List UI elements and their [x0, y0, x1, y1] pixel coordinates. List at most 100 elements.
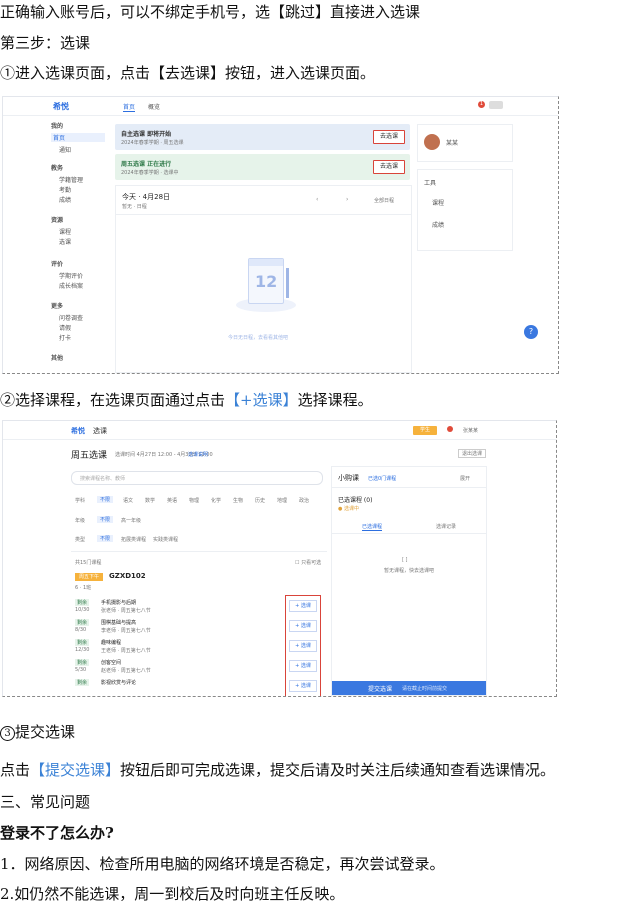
filter-grade-label: 年级	[75, 518, 86, 524]
user-menu[interactable]	[489, 101, 503, 109]
sidebar-item-roll[interactable]: 学籍管理	[59, 175, 83, 184]
sub3-heading: 3 提交选课	[0, 722, 75, 742]
divider	[116, 214, 411, 215]
remain-tag: 剩余	[75, 599, 90, 606]
add-course-button[interactable]: + 选课	[289, 620, 317, 632]
go-select-button[interactable]: 去选课	[373, 130, 405, 144]
only-available-check[interactable]: ☐ 只看可选	[295, 559, 321, 566]
faq-question: 登录不了怎么办?	[0, 824, 114, 842]
filter-subject-physics[interactable]: 物理	[189, 497, 199, 504]
notify-dot[interactable]	[447, 426, 453, 432]
today-sub: 暂无 · 日程	[122, 204, 147, 210]
empty-schedule-text: 今日无日程，去看看其他吧	[228, 335, 289, 341]
filter-subject-history[interactable]: 历史	[255, 497, 265, 504]
filter-subject-chinese[interactable]: 语文	[123, 497, 133, 504]
filter-subject-all[interactable]: 不限	[97, 496, 114, 503]
tool-score[interactable]: 成绩	[432, 220, 444, 229]
filter-subject-label: 学科	[75, 498, 86, 504]
user-card: 某某	[417, 124, 513, 162]
filter-type-ext[interactable]: 拓展类课程	[121, 536, 146, 543]
search-input[interactable]: 搜索课程名称、教师	[71, 471, 323, 485]
faq-heading: 三、常见问题	[0, 793, 91, 811]
sidebar-item-select[interactable]: 选课	[59, 237, 71, 246]
all-schedule-link[interactable]: 全部日程	[374, 197, 394, 204]
step3-heading: 第三步：选课	[0, 34, 91, 52]
exit-button[interactable]: 退出选课	[458, 449, 487, 458]
card-title: 周五选课 正在进行	[121, 161, 172, 168]
filter-subject-politics[interactable]: 政治	[299, 497, 309, 504]
tab-home[interactable]: 首页	[123, 102, 136, 112]
filter-type-label: 类型	[75, 537, 86, 543]
filter-type-prac[interactable]: 实践类课程	[153, 536, 178, 543]
list-header: 共15门课程	[75, 560, 102, 566]
sidebar-item-clock[interactable]: 打卡	[59, 333, 71, 342]
filter-subject-geo[interactable]: 地理	[277, 497, 287, 504]
circled-three-icon: 3	[0, 725, 15, 741]
sub2-text-a: ②选择课程，在选课页面通过点击	[0, 391, 226, 409]
sub2-text-b: 选择课程。	[297, 391, 373, 409]
cart-title: 小购课	[338, 474, 359, 482]
sidebar-item-notify[interactable]: 通知	[59, 145, 71, 154]
submit-instructions: 点击【提交选课】按钮后即可完成选课，提交后请及时关注后续通知查看选课情况。	[0, 760, 555, 780]
course-meta: 赵老师 · 周五第七八节	[101, 668, 151, 674]
chosen-count: 已选课程 (0)	[338, 497, 373, 504]
sidebar-item-growth[interactable]: 成长档案	[59, 281, 83, 290]
sidebar-item-score[interactable]: 成绩	[59, 195, 71, 204]
filter-subject-math[interactable]: 数学	[145, 497, 155, 504]
filter-grade-1[interactable]: 高一年级	[121, 517, 141, 524]
add-course-button[interactable]: + 选课	[289, 600, 317, 612]
course-code: GZXD102	[109, 572, 146, 580]
submit-hint: 请在截止时间前提交	[402, 686, 448, 692]
sub3-text: 提交选课	[15, 723, 76, 741]
divider	[332, 487, 486, 488]
role-badge: 学生	[413, 426, 437, 435]
add-course-link: 【+选课】	[225, 391, 298, 409]
add-course-button[interactable]: + 选课	[289, 680, 317, 692]
app-logo: 希悦	[71, 427, 85, 435]
tool-course[interactable]: 课程	[432, 198, 444, 207]
help-button[interactable]: ?	[524, 325, 538, 339]
submit-a: 点击	[0, 761, 31, 779]
sub2-text: ②选择课程，在选课页面通过点击【+选课】选择课程。	[0, 390, 373, 410]
cart-expand[interactable]: 展开	[460, 475, 470, 482]
rules-link[interactable]: 选课说明	[188, 451, 208, 458]
course-meta: 李老师 · 周五第七八节	[101, 628, 151, 634]
sidebar-item-survey[interactable]: 问卷调查	[59, 313, 83, 322]
submit-course-button[interactable]: 提交选课	[368, 684, 392, 693]
cart-panel: 小购课 已选0门课程 展开 已选课程 (0) ● 选课中 已选课程 选课记录 […	[331, 466, 487, 696]
filter-subject-chem[interactable]: 化学	[211, 497, 221, 504]
calendar-icon: 12	[248, 258, 284, 304]
course-card-upcoming: 自主选课 即将开始 2024年春季学期 · 周五选课 去选课	[115, 124, 410, 150]
sidebar-item-leave[interactable]: 请假	[59, 323, 71, 332]
sidebar-item-attend[interactable]: 考勤	[59, 185, 71, 194]
avatar[interactable]	[424, 134, 440, 150]
top-user[interactable]: 张某某	[463, 427, 478, 434]
course-group-meta: 6 · 1班	[75, 585, 92, 591]
tab-overview[interactable]: 概览	[148, 102, 160, 111]
add-course-button[interactable]: + 选课	[289, 660, 317, 672]
tab-records[interactable]: 选课记录	[436, 523, 456, 530]
next-day-button[interactable]: ›	[346, 196, 348, 203]
screenshot-home: 希悦 首页 概览 1 我的 首页 通知 教务 学籍管理 考勤 成绩 资源 课程 …	[2, 96, 559, 374]
today-title: 今天 · 4月28日	[122, 193, 171, 201]
add-course-button[interactable]: + 选课	[289, 640, 317, 652]
sidebar-item-home[interactable]: 首页	[51, 133, 105, 142]
submit-bar: 提交选课 请在截止时间前提交	[332, 681, 486, 695]
card-sub: 2024年春季学期 · 周五选课	[121, 140, 184, 146]
app-title: 选课	[93, 427, 107, 435]
filter-grade-all[interactable]: 不限	[97, 516, 114, 523]
tab-chosen[interactable]: 已选课程	[362, 523, 383, 531]
sidebar-item-course[interactable]: 课程	[59, 227, 71, 236]
course-meta: 张老师 · 周五第七八节	[101, 608, 151, 614]
remain-count: 5/30	[75, 667, 87, 673]
prev-day-button[interactable]: ‹	[316, 196, 318, 203]
filter-subject-english[interactable]: 英语	[167, 497, 177, 504]
notify-badge[interactable]: 1	[478, 101, 485, 108]
sidebar-item-term-eval[interactable]: 学期评价	[59, 271, 83, 280]
go-select-button[interactable]: 去选课	[373, 160, 405, 174]
screenshot-select: 希悦 选课 学生 张某某 周五选课 选课时间 4月27日 12:00 - 4月3…	[2, 420, 557, 697]
filter-subject-bio[interactable]: 生物	[233, 497, 243, 504]
filter-type-all[interactable]: 不限	[97, 535, 114, 542]
person-figure	[286, 268, 289, 298]
only-available-label: 只看可选	[301, 560, 322, 566]
